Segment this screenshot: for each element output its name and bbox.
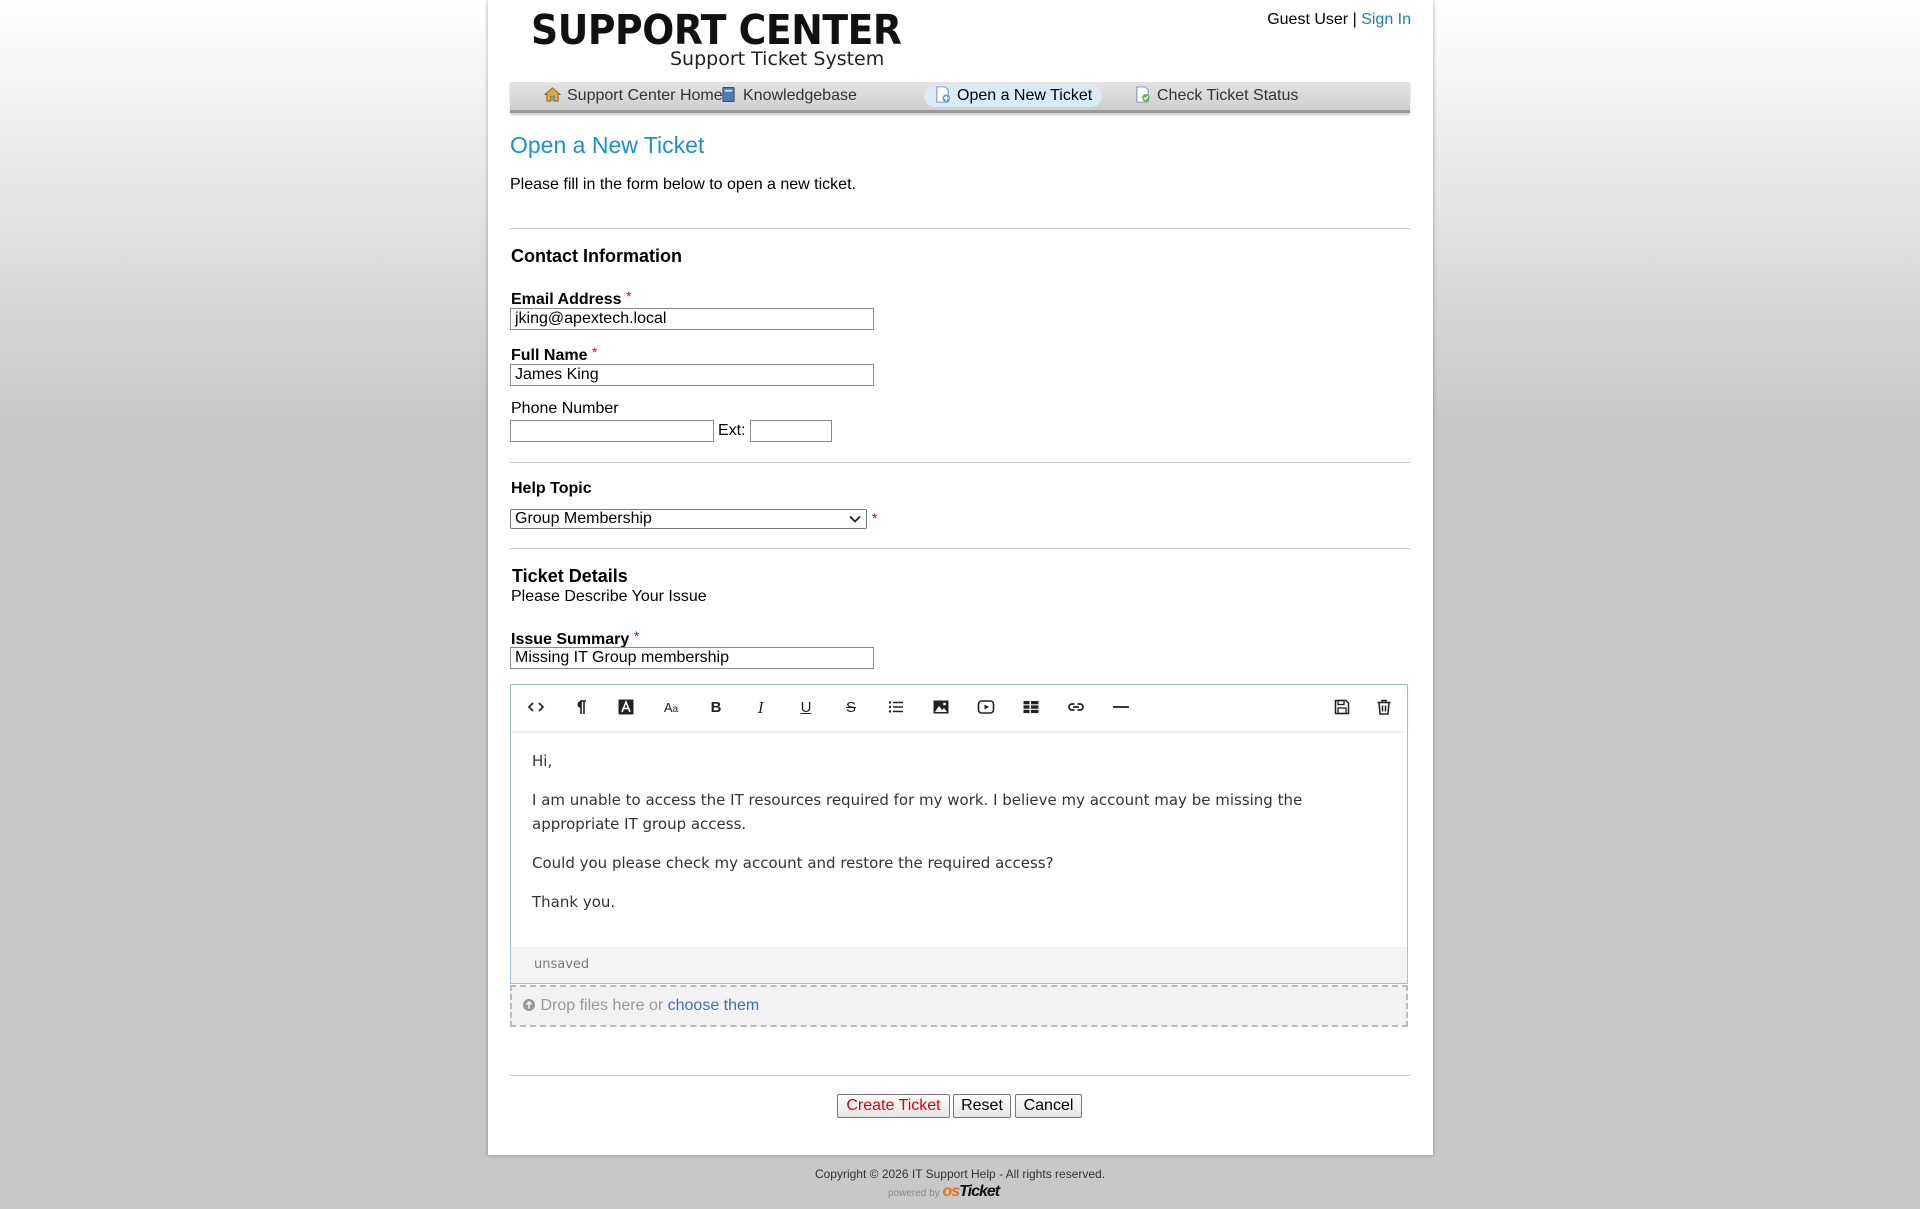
- chevron-down-icon: [848, 512, 862, 526]
- font-color-icon[interactable]: [616, 698, 636, 718]
- user-bar: Guest User | Sign In: [1267, 11, 1411, 29]
- required-mark: *: [633, 628, 640, 644]
- nav-label: Open a New Ticket: [957, 87, 1093, 104]
- list-icon[interactable]: [886, 698, 906, 718]
- summary-label: Issue Summary *: [511, 628, 639, 649]
- issue-summary-field[interactable]: Missing IT Group membership: [510, 647, 874, 669]
- cancel-button[interactable]: Cancel: [1015, 1094, 1082, 1118]
- link-icon[interactable]: [1066, 698, 1086, 718]
- powered-by-label: powered by: [888, 1188, 940, 1199]
- required-mark: *: [872, 510, 878, 526]
- ticket-status-icon: [1134, 86, 1151, 103]
- message-paragraph: I am unable to access the IT resources r…: [532, 791, 1303, 833]
- file-dropzone[interactable]: Drop files here or choose them: [510, 985, 1408, 1027]
- page-title: Open a New Ticket: [510, 132, 705, 158]
- details-heading: Ticket Details: [512, 566, 628, 586]
- user-bar-separator: |: [1352, 11, 1357, 28]
- save-icon[interactable]: [1332, 698, 1352, 718]
- new-ticket-icon: [934, 86, 951, 103]
- ext-field[interactable]: [750, 420, 832, 442]
- nav-label: Knowledgebase: [743, 87, 857, 104]
- italic-icon[interactable]: I: [751, 698, 771, 718]
- osticket-logo: osTicket: [942, 1183, 1000, 1200]
- message-paragraph: Could you please check my account and re…: [532, 854, 1054, 872]
- nav-label: Check Ticket Status: [1157, 87, 1299, 104]
- editor-body[interactable]: Hi, I am unable to access the IT resourc…: [532, 749, 1382, 929]
- help-topic-label: Help Topic: [511, 480, 592, 498]
- summary-label-text: Issue Summary: [511, 631, 630, 648]
- divider: [510, 228, 1410, 229]
- book-icon: [720, 86, 737, 103]
- image-icon[interactable]: [931, 698, 951, 718]
- underline-icon[interactable]: U: [796, 698, 816, 718]
- reset-button[interactable]: Reset: [953, 1094, 1011, 1118]
- editor-status-bar: unsaved: [511, 947, 1407, 983]
- required-mark: *: [591, 344, 598, 360]
- nav-item-home[interactable]: Support Center Home: [534, 85, 733, 107]
- paragraph-icon[interactable]: [571, 698, 591, 718]
- divider: [510, 462, 1410, 463]
- home-icon: [543, 86, 562, 103]
- phone-label: Phone Number: [511, 400, 619, 417]
- email-label-text: Email Address: [511, 291, 622, 308]
- name-label: Full Name *: [511, 344, 597, 365]
- help-topic-select[interactable]: Group Membership: [510, 509, 867, 529]
- sign-in-link[interactable]: Sign In: [1361, 11, 1411, 28]
- email-label: Email Address *: [511, 288, 631, 309]
- ext-label: Ext:: [718, 422, 746, 439]
- osticket-logo-os: os: [942, 1183, 960, 1200]
- bold-icon[interactable]: B: [706, 698, 726, 718]
- logo[interactable]: SUPPORT CENTER Support Ticket System: [523, 4, 902, 74]
- details-subheading: Please Describe Your Issue: [511, 588, 707, 605]
- contact-heading: Contact Information: [511, 246, 682, 266]
- dropzone-text: Drop files here or: [540, 997, 664, 1014]
- nav-label: Support Center Home: [567, 87, 723, 104]
- message-paragraph: Hi,: [532, 752, 553, 770]
- powered-by[interactable]: powered by osTicket: [888, 1183, 1000, 1201]
- full-name-field[interactable]: James King: [510, 364, 874, 386]
- guest-user-label: Guest User: [1267, 11, 1349, 28]
- help-topic-selected: Group Membership: [515, 510, 652, 527]
- logo-title: SUPPORT CENTER: [531, 6, 902, 54]
- table-icon[interactable]: [1021, 698, 1041, 718]
- code-icon[interactable]: [526, 698, 546, 718]
- editor-toolbar: Aa B I U S: [511, 685, 1407, 731]
- help-topic-label-text: Help Topic: [511, 480, 592, 497]
- nav-item-new-ticket[interactable]: Open a New Ticket: [924, 85, 1103, 107]
- footer-copyright: Copyright © 2026 IT Support Help - All r…: [814, 1167, 1106, 1181]
- draft-status: unsaved: [534, 957, 590, 972]
- name-label-text: Full Name: [511, 347, 588, 364]
- logo-subtitle: Support Ticket System: [670, 48, 885, 70]
- video-icon[interactable]: [976, 698, 996, 718]
- font-size-icon[interactable]: Aa: [661, 698, 681, 718]
- divider: [510, 548, 1410, 549]
- nav-item-check-status[interactable]: Check Ticket Status: [1124, 85, 1308, 107]
- main-nav: Support Center Home Knowledgebase Open a…: [510, 82, 1410, 113]
- email-field[interactable]: jking@apextech.local: [510, 308, 874, 330]
- upload-icon: [522, 989, 536, 1011]
- required-mark: *: [626, 288, 632, 304]
- divider: [510, 1075, 1410, 1076]
- strikethrough-icon[interactable]: S: [841, 698, 861, 718]
- message-editor[interactable]: Aa B I U S Hi, I am unable to access the…: [510, 684, 1408, 984]
- create-ticket-button[interactable]: Create Ticket: [837, 1094, 950, 1118]
- page-container: SUPPORT CENTER Support Ticket System Gue…: [488, 0, 1433, 1155]
- message-paragraph: Thank you.: [532, 893, 616, 911]
- nav-item-knowledgebase[interactable]: Knowledgebase: [710, 85, 867, 107]
- choose-files-link[interactable]: choose them: [668, 997, 760, 1014]
- osticket-logo-ticket: Ticket: [959, 1183, 1000, 1200]
- page-intro: Please fill in the form below to open a …: [510, 176, 856, 193]
- phone-field[interactable]: [510, 420, 714, 442]
- delete-icon[interactable]: [1374, 698, 1394, 718]
- horizontal-rule-icon[interactable]: [1111, 698, 1131, 718]
